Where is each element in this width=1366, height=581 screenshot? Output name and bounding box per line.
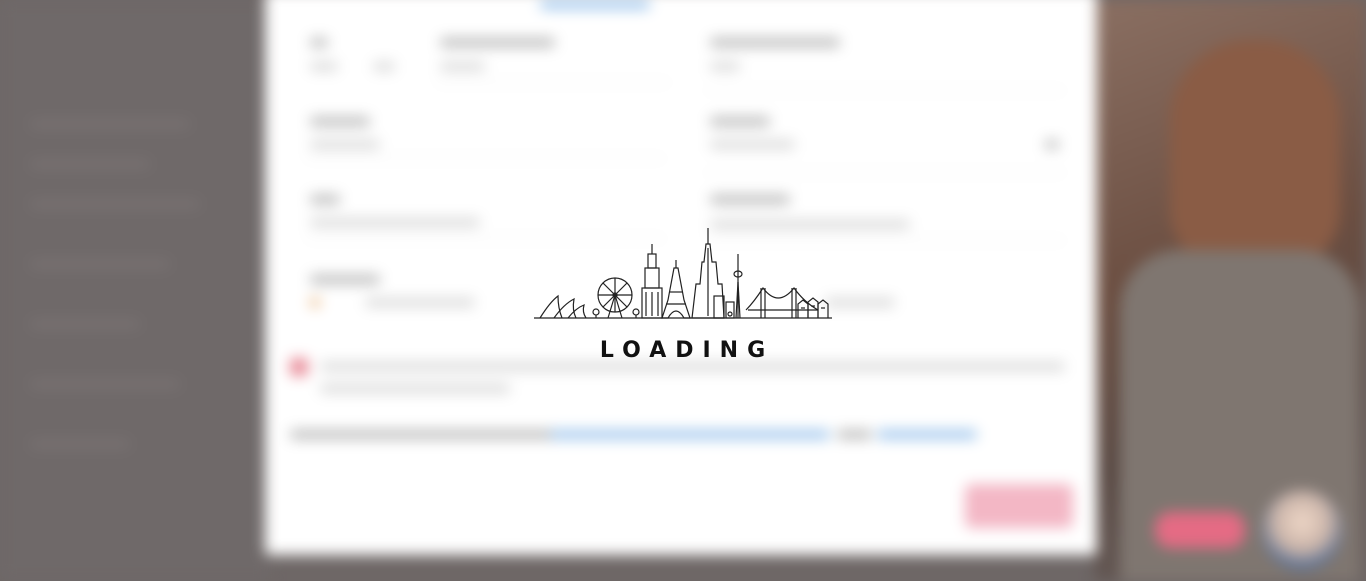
loading-overlay: LOADING — [528, 222, 838, 367]
chat-badge — [1155, 512, 1245, 548]
person-photo — [1170, 40, 1340, 270]
left-panel — [0, 0, 270, 581]
avatar — [1262, 490, 1342, 570]
submit-button — [965, 484, 1073, 528]
loading-label: LOADING — [599, 338, 775, 363]
city-skyline-icon — [534, 228, 832, 319]
